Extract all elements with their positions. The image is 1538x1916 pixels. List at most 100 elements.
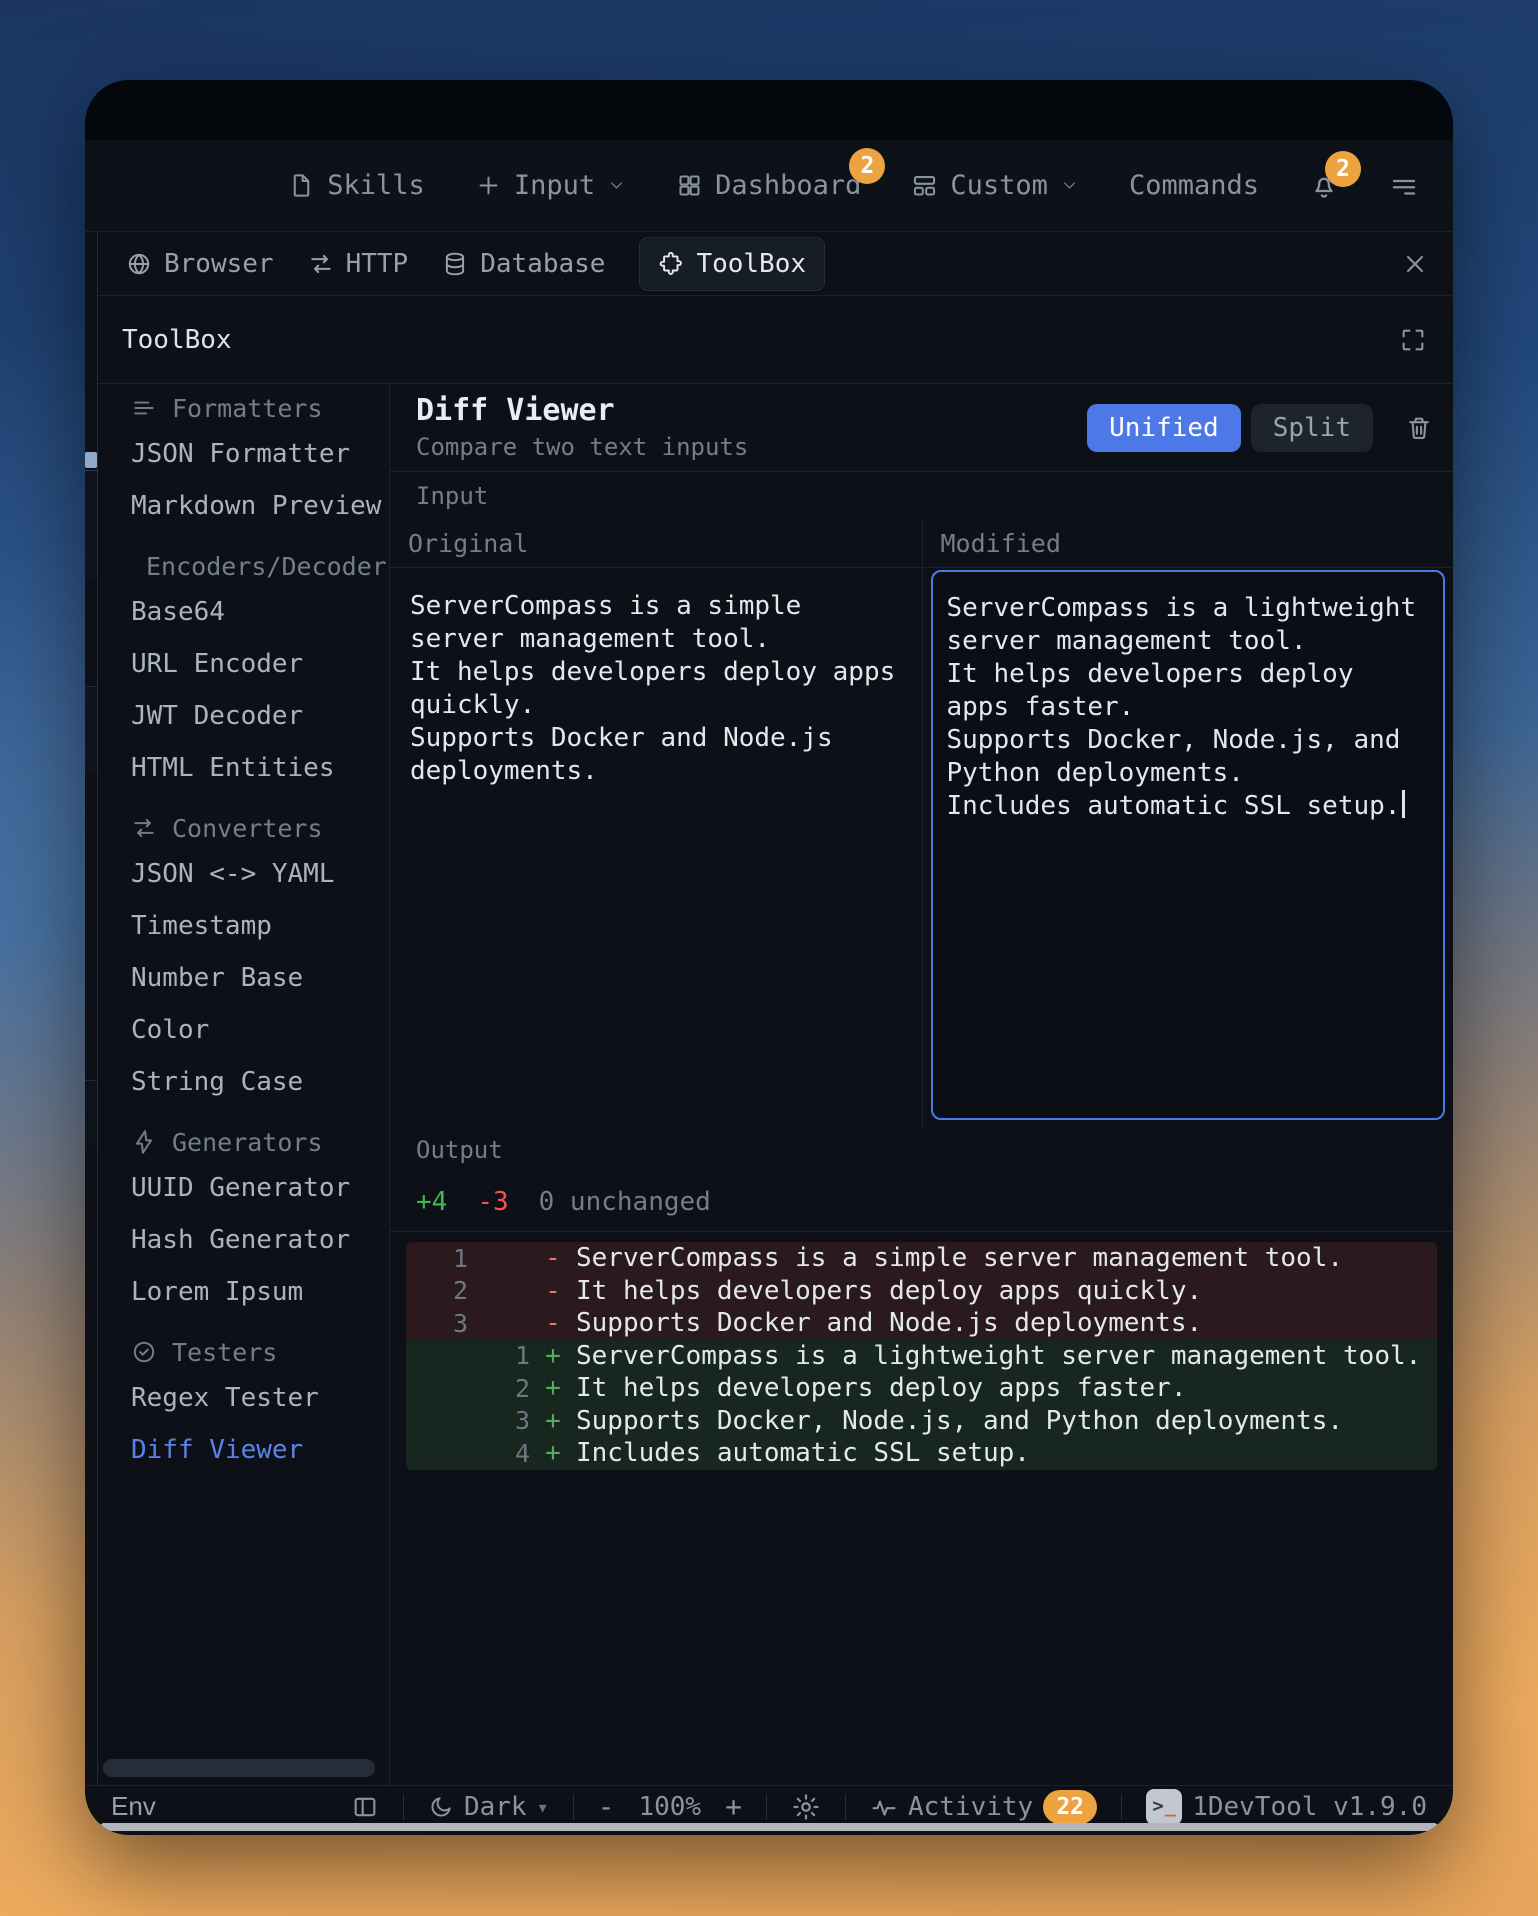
output-section-header: Output [390,1128,1453,1172]
split-mode-button[interactable]: Split [1251,404,1373,452]
sidebar-section-label: Converters [172,814,323,843]
check-circle-icon [131,1339,157,1365]
panel-icon [351,1793,379,1821]
diff-sign: - [530,1243,576,1273]
fullscreen-button[interactable] [1399,326,1427,354]
zoom-out-button[interactable]: - [598,1790,615,1823]
new-line-number: 3 [468,1406,530,1435]
sidebar-item-hash-generator[interactable]: Hash Generator [131,1214,389,1266]
app-version-group: >_ 1DevTool v1.9.0 [1146,1789,1427,1825]
theme-selector[interactable]: Dark ▾ [428,1792,549,1822]
view-mode-toggle: Unified Split [1087,404,1433,452]
diff-line-text: It helps developers deploy apps faster. [576,1373,1186,1403]
sidebar-item-json-yaml[interactable]: JSON <-> YAML [131,848,389,900]
sidebar-item-regex-tester[interactable]: Regex Tester [131,1372,389,1424]
notifications-button[interactable]: 2 [1309,171,1339,201]
sidebar-item-number-base[interactable]: Number Base [131,952,389,1004]
tab-database[interactable]: Database [442,249,605,279]
layout-icon [911,172,938,199]
window-titlebar [85,80,1453,140]
modified-body: ServerCompass is a lightweight server ma… [923,568,1454,1128]
diff-row: 4+Includes automatic SSL setup. [406,1437,1437,1470]
tool-title-group: Diff Viewer Compare two text inputs [416,394,748,461]
app-version: 1DevTool v1.9.0 [1192,1792,1427,1822]
tab-toolbox[interactable]: ToolBox [639,237,825,291]
sidebar-section-header: Converters [131,808,389,848]
diff-line-text: ServerCompass is a simple server managem… [576,1243,1343,1273]
new-line-number: 4 [468,1439,530,1468]
tab-browser[interactable]: Browser [126,249,274,279]
grid-icon [676,172,703,199]
panel-title: ToolBox [122,325,232,355]
sidebar-item-string-case[interactable]: String Case [131,1056,389,1108]
removed-count: -3 [477,1187,508,1217]
chevron-down-icon [1060,176,1079,195]
sidebar-item-markdown-preview[interactable]: Markdown Preview [131,480,389,532]
nav-item-skills[interactable]: Skills [288,170,425,201]
sidebar-item-uuid-generator[interactable]: UUID Generator [131,1162,389,1214]
divider [573,1794,574,1820]
unified-mode-button[interactable]: Unified [1087,404,1241,452]
align-left-icon [131,395,157,421]
close-panel-button[interactable] [1401,250,1429,278]
activity-badge: 22 [1043,1790,1097,1824]
sidebar-section-header: Generators [131,1122,389,1162]
tab-label: ToolBox [696,249,806,279]
nav-item-label: Commands [1129,170,1259,201]
sidebar-section-label: Testers [172,1338,277,1367]
settings-button[interactable] [791,1792,821,1822]
nav-item-dashboard[interactable]: Dashboard2 [676,170,861,201]
activity-button[interactable]: Activity 22 [870,1790,1097,1824]
zoom-in-button[interactable]: + [725,1790,742,1823]
sidebar-section-label: Encoders/Decoders [146,552,390,581]
swap-icon [131,815,157,841]
zoom-level: 100% [638,1792,701,1822]
sidebar-item-url-encoder[interactable]: URL Encoder [131,638,389,690]
divider [845,1794,846,1820]
diff-line-text: Supports Docker and Node.js deployments. [576,1308,1202,1338]
nav-item-custom[interactable]: Custom [911,170,1079,201]
menu-button[interactable] [1389,171,1419,201]
sidebar-item-lorem-ipsum[interactable]: Lorem Ipsum [131,1266,389,1318]
sidebar-item-json-formatter[interactable]: JSON Formatter [131,428,389,480]
sidebar-toggle-button[interactable] [351,1793,379,1821]
tab-label: HTTP [346,249,409,279]
background-panel-remnant [85,452,97,468]
expand-icon [1399,326,1427,354]
activity-icon [870,1793,898,1821]
nav-item-badge: 2 [849,148,885,184]
tab-bar: Browser HTTP Database ToolBox [98,232,1453,296]
sidebar-item-color[interactable]: Color [131,1004,389,1056]
sidebar-item-base64[interactable]: Base64 [131,586,389,638]
moon-icon [428,1794,454,1820]
notification-badge: 2 [1325,151,1361,187]
puzzle-icon [658,251,684,277]
clear-button[interactable] [1405,414,1433,442]
diff-row: 2+It helps developers deploy apps faster… [406,1372,1437,1405]
original-column: Original ServerCompass is a simple serve… [390,520,922,1128]
modified-textarea[interactable]: ServerCompass is a lightweight server ma… [931,570,1446,1120]
diff-box: 1-ServerCompass is a simple server manag… [406,1242,1437,1470]
sidebar-item-diff-viewer[interactable]: Diff Viewer [131,1424,389,1476]
diff-row: 3+Supports Docker, Node.js, and Python d… [406,1405,1437,1438]
activity-icon [870,1793,898,1821]
sidebar-section-converters: Converters JSON <-> YAMLTimestampNumber B… [131,808,389,1108]
sidebar-section-label: Formatters [172,394,323,423]
lightning-icon [131,1129,157,1155]
env-selector[interactable]: Env [111,1791,156,1822]
sidebar-item-jwt-decoder[interactable]: JWT Decoder [131,690,389,742]
original-textarea[interactable]: ServerCompass is a simple server managem… [390,568,922,810]
sidebar-scrollbar[interactable] [103,1759,375,1777]
sidebar-item-html-entities[interactable]: HTML Entities [131,742,389,794]
divider [1121,1794,1122,1820]
diff-stats: +4 -3 0 unchanged [390,1172,1453,1232]
nav-item-commands[interactable]: Commands [1129,170,1259,201]
diff-sign: + [530,1373,576,1403]
activity-label: Activity [908,1792,1033,1822]
divider [403,1794,404,1820]
tab-http[interactable]: HTTP [308,249,409,279]
nav-item-input[interactable]: Input [475,170,626,201]
sidebar-item-timestamp[interactable]: Timestamp [131,900,389,952]
top-nav-items: Skills Input Dashboard2 Custom Commands [288,170,1259,201]
background-panel-remnant [85,686,97,773]
